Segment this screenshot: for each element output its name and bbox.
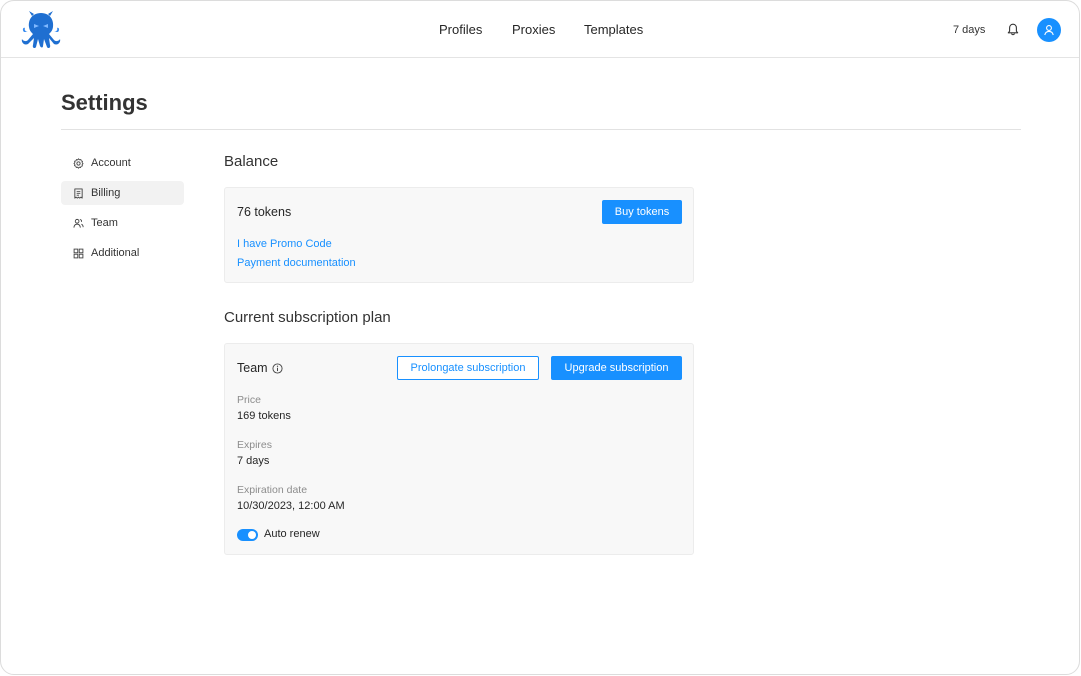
price-label: Price <box>237 394 261 406</box>
nav-profiles[interactable]: Profiles <box>439 1 482 58</box>
auto-renew-label: Auto renew <box>264 528 320 540</box>
app-window: Profiles Proxies Templates 7 days Settin… <box>0 0 1080 675</box>
subscription-card: Team Prolongate subscription Upgrade sub… <box>224 343 694 555</box>
bell-icon[interactable] <box>1007 23 1019 36</box>
plan-name-row: Team <box>237 361 283 375</box>
nav-templates[interactable]: Templates <box>584 1 643 58</box>
buy-tokens-button[interactable]: Buy tokens <box>602 200 682 224</box>
nav-proxies[interactable]: Proxies <box>512 1 555 58</box>
promo-code-link[interactable]: I have Promo Code <box>237 238 332 250</box>
sidebar-item-account[interactable]: Account <box>61 151 184 175</box>
subscription-days-left: 7 days <box>953 23 986 36</box>
expires-value: 7 days <box>237 455 270 467</box>
sidebar-item-label: Account <box>91 157 131 169</box>
gear-icon <box>73 157 84 169</box>
sidebar-item-label: Billing <box>91 187 121 199</box>
sidebar-item-team[interactable]: Team <box>61 211 184 235</box>
expiration-date-label: Expiration date <box>237 484 308 496</box>
balance-card: 76 tokens Buy tokens I have Promo Code P… <box>224 187 694 283</box>
team-icon <box>73 218 84 228</box>
page-title: Settings <box>61 90 148 115</box>
octopus-logo-icon[interactable] <box>20 10 62 50</box>
expiration-date-value: 10/30/2023, 12:00 AM <box>237 500 345 512</box>
auto-renew-toggle[interactable] <box>237 529 258 541</box>
toggle-knob <box>248 531 256 539</box>
upgrade-subscription-button[interactable]: Upgrade subscription <box>551 356 682 380</box>
user-icon <box>1044 25 1054 36</box>
apps-icon <box>73 248 84 258</box>
balance-title: Balance <box>224 153 279 170</box>
sidebar-item-billing[interactable]: Billing <box>61 181 184 205</box>
sidebar-item-label: Additional <box>91 247 140 259</box>
receipt-icon <box>74 187 83 199</box>
info-icon[interactable] <box>272 362 283 374</box>
top-bar: Profiles Proxies Templates 7 days <box>1 1 1079 58</box>
token-balance: 76 tokens <box>237 205 292 219</box>
avatar[interactable] <box>1037 18 1061 42</box>
payment-docs-link[interactable]: Payment documentation <box>237 257 356 269</box>
prolongate-subscription-button[interactable]: Prolongate subscription <box>397 356 539 380</box>
subscription-plan-title: Current subscription plan <box>224 309 391 326</box>
expires-label: Expires <box>237 439 273 451</box>
sidebar-item-label: Team <box>91 217 118 229</box>
sidebar-item-additional[interactable]: Additional <box>61 241 184 265</box>
price-value: 169 tokens <box>237 410 291 422</box>
title-divider <box>61 129 1021 130</box>
plan-name: Team <box>237 361 268 375</box>
